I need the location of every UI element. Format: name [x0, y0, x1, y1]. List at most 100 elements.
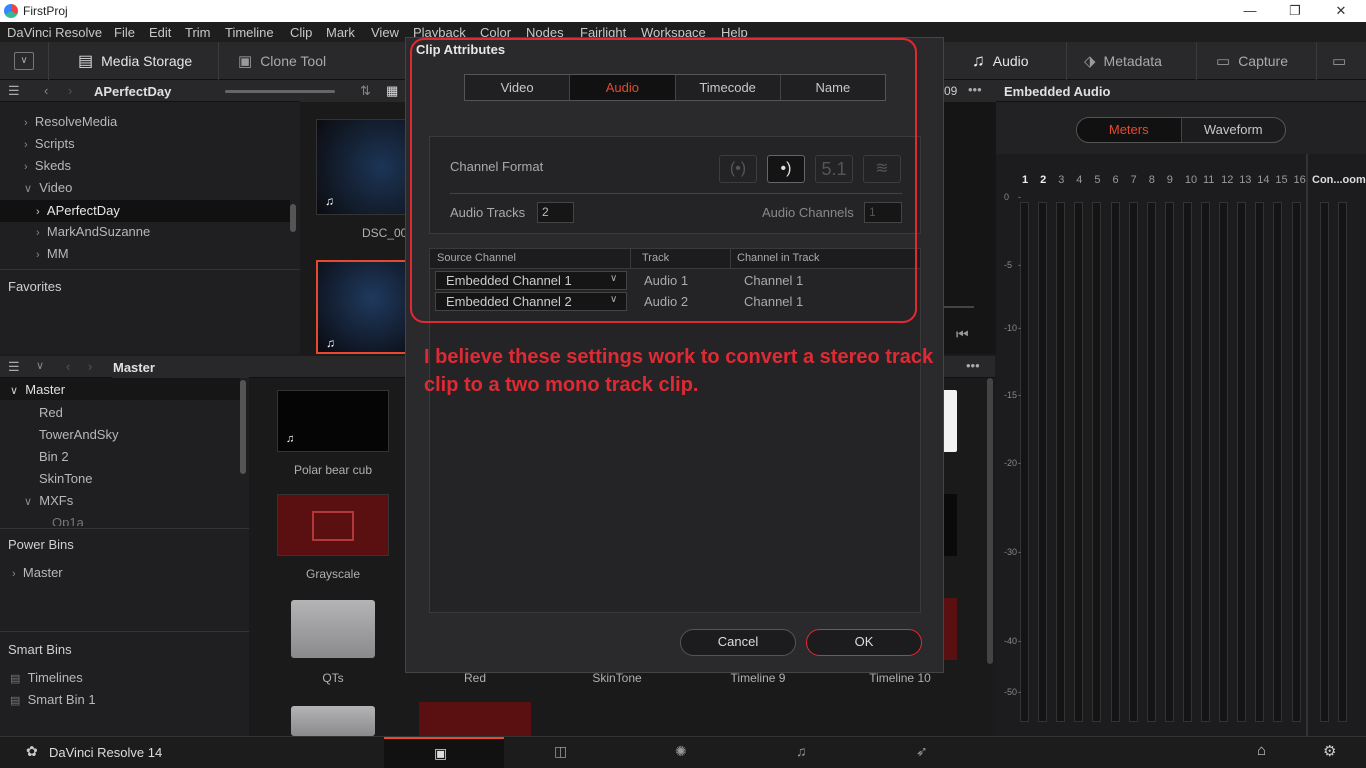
audio-panel-title: Embedded Audio [1004, 84, 1111, 99]
tree-item-skeds[interactable]: › Skeds [24, 158, 71, 173]
pool-scrollbar[interactable] [987, 378, 993, 664]
close-button[interactable]: ✕ [1318, 0, 1364, 22]
forward-icon[interactable]: › [88, 359, 92, 374]
channel-number[interactable]: 10 [1185, 174, 1197, 186]
channel-number[interactable]: 12 [1221, 174, 1233, 186]
channel-number[interactable]: 5 [1094, 174, 1100, 186]
chevron-down-icon[interactable]: ∨ [36, 359, 44, 372]
bin-master[interactable]: ∨ Master [0, 378, 240, 400]
metadata-button[interactable]: ⬗ Metadata [1084, 42, 1162, 80]
menu-clip[interactable]: Clip [290, 25, 312, 40]
list-view-icon[interactable]: ☰ [8, 359, 20, 375]
menu-timeline[interactable]: Timeline [225, 25, 274, 40]
clip-polar-bear-cub[interactable]: ♫ [277, 390, 389, 452]
more-options-icon[interactable]: ••• [968, 82, 982, 97]
menu-davinci-resolve[interactable]: DaVinci Resolve [7, 25, 102, 40]
back-icon[interactable]: ‹ [66, 359, 70, 374]
title-bar: FirstProj — ❐ ✕ [0, 0, 1366, 22]
meter-bar [1273, 202, 1283, 722]
channel-number[interactable]: 13 [1239, 174, 1251, 186]
audio-button[interactable]: ♫ Audio [972, 42, 1029, 80]
channel-number[interactable]: 6 [1113, 174, 1119, 186]
tree-item-resolvemedia[interactable]: › ResolveMedia [24, 114, 117, 129]
tree-item-markandsuzanne[interactable]: › MarkAndSuzanne [36, 224, 150, 239]
edit-page-icon[interactable]: ◫ [554, 743, 567, 760]
audio-clip-icon: ♫ [286, 433, 295, 445]
channel-number[interactable]: 14 [1257, 174, 1269, 186]
channel-number[interactable]: 15 [1275, 174, 1287, 186]
bin-bin2[interactable]: Bin 2 [39, 449, 69, 464]
media-storage-button[interactable]: ▤ Media Storage [78, 42, 192, 80]
back-icon[interactable]: ‹ [44, 83, 48, 98]
menu-file[interactable]: File [114, 25, 135, 40]
capture-button[interactable]: ▭ Capture [1216, 42, 1288, 80]
settings-gear-icon[interactable]: ⚙ [1323, 742, 1336, 760]
bins-scrollbar[interactable] [240, 380, 246, 474]
sort-icon[interactable]: ⇅ [360, 83, 371, 99]
channel-number[interactable]: 9 [1167, 174, 1173, 186]
bin-op1a[interactable]: Op1a [52, 515, 84, 526]
extra-channel-label: Con...oom [1312, 174, 1366, 186]
maximize-button[interactable]: ❐ [1272, 0, 1318, 22]
offline-clip-thumbnail[interactable] [419, 702, 531, 736]
minimize-button[interactable]: — [1227, 0, 1273, 22]
clip-thumbnail-selected[interactable]: ♫ [316, 260, 410, 354]
cancel-button[interactable]: Cancel [680, 629, 796, 656]
ok-button[interactable]: OK [806, 629, 922, 656]
offline-media-icon [312, 511, 354, 541]
channel-number[interactable]: 7 [1131, 174, 1137, 186]
folder-icon[interactable] [291, 600, 375, 658]
clip-thumbnail[interactable]: ♫ [316, 119, 410, 215]
tree-item-aperfectday[interactable]: › APerfectDay [0, 200, 290, 222]
clone-tool-button[interactable]: ▣ Clone Tool [238, 42, 326, 80]
smart-bin-timelines[interactable]: ▤ Timelines [10, 670, 83, 685]
skip-back-icon[interactable]: ⏮ [956, 326, 969, 343]
tree-item-video[interactable]: ∨ Video [24, 180, 72, 195]
page-media-tab[interactable]: ▣ [384, 737, 504, 768]
folder-icon[interactable] [291, 706, 375, 736]
meter-bar [1128, 202, 1138, 722]
bin-mxfs[interactable]: ∨ MXFs [24, 493, 73, 508]
channel-number[interactable]: 8 [1149, 174, 1155, 186]
media-pool-bins-panel: ☰ ∨ ‹ › ∨ Master Red TowerAndSky Bin 2 S… [0, 356, 249, 736]
power-bin-master[interactable]: › Master [12, 565, 63, 580]
meter-bar [1291, 202, 1301, 722]
tree-scrollbar[interactable] [290, 204, 296, 232]
grid-view-icon[interactable]: ▦ [386, 83, 398, 99]
fairlight-page-icon[interactable]: ♫ [796, 743, 807, 759]
scale-label: -20 [1004, 458, 1018, 468]
audio-clip-icon: ♫ [326, 336, 335, 350]
channel-number[interactable]: 4 [1076, 174, 1082, 186]
zoom-slider[interactable] [225, 90, 335, 93]
monitor-icon[interactable]: ▭ [1332, 52, 1346, 70]
panel-toggle-icon[interactable]: ∨ [14, 52, 34, 70]
menu-edit[interactable]: Edit [149, 25, 171, 40]
scale-tick: - [1018, 458, 1021, 468]
more-options-icon[interactable]: ••• [966, 358, 980, 373]
channel-number[interactable]: 1 [1022, 174, 1028, 186]
bin-red[interactable]: Red [39, 405, 63, 420]
tab-waveform[interactable]: Waveform [1180, 118, 1286, 142]
bin-towerandsky[interactable]: TowerAndSky [39, 427, 118, 442]
home-icon[interactable]: ⌂ [1257, 742, 1266, 759]
channel-number[interactable]: 11 [1203, 174, 1214, 186]
color-page-icon[interactable]: ✺ [675, 743, 687, 760]
forward-icon[interactable]: › [68, 83, 72, 98]
channel-number[interactable]: 2 [1040, 174, 1046, 186]
list-view-icon[interactable]: ☰ [8, 83, 20, 99]
menu-mark[interactable]: Mark [326, 25, 355, 40]
channel-number[interactable]: 3 [1058, 174, 1064, 186]
channel-number[interactable]: 16 [1294, 174, 1306, 186]
clip-grayscale[interactable] [277, 494, 389, 556]
meter-bar [1320, 202, 1329, 722]
deliver-page-icon[interactable]: ➶ [916, 743, 928, 760]
current-bin-label: Master [113, 360, 155, 375]
scale-label: -50 [1004, 687, 1018, 697]
menu-view[interactable]: View [371, 25, 399, 40]
tree-item-scripts[interactable]: › Scripts [24, 136, 75, 151]
bin-skintone[interactable]: SkinTone [39, 471, 92, 486]
tree-item-mm[interactable]: › MM [36, 246, 69, 261]
smart-bin-1[interactable]: ▤ Smart Bin 1 [10, 692, 96, 707]
menu-trim[interactable]: Trim [185, 25, 211, 40]
tab-meters[interactable]: Meters [1077, 118, 1181, 142]
